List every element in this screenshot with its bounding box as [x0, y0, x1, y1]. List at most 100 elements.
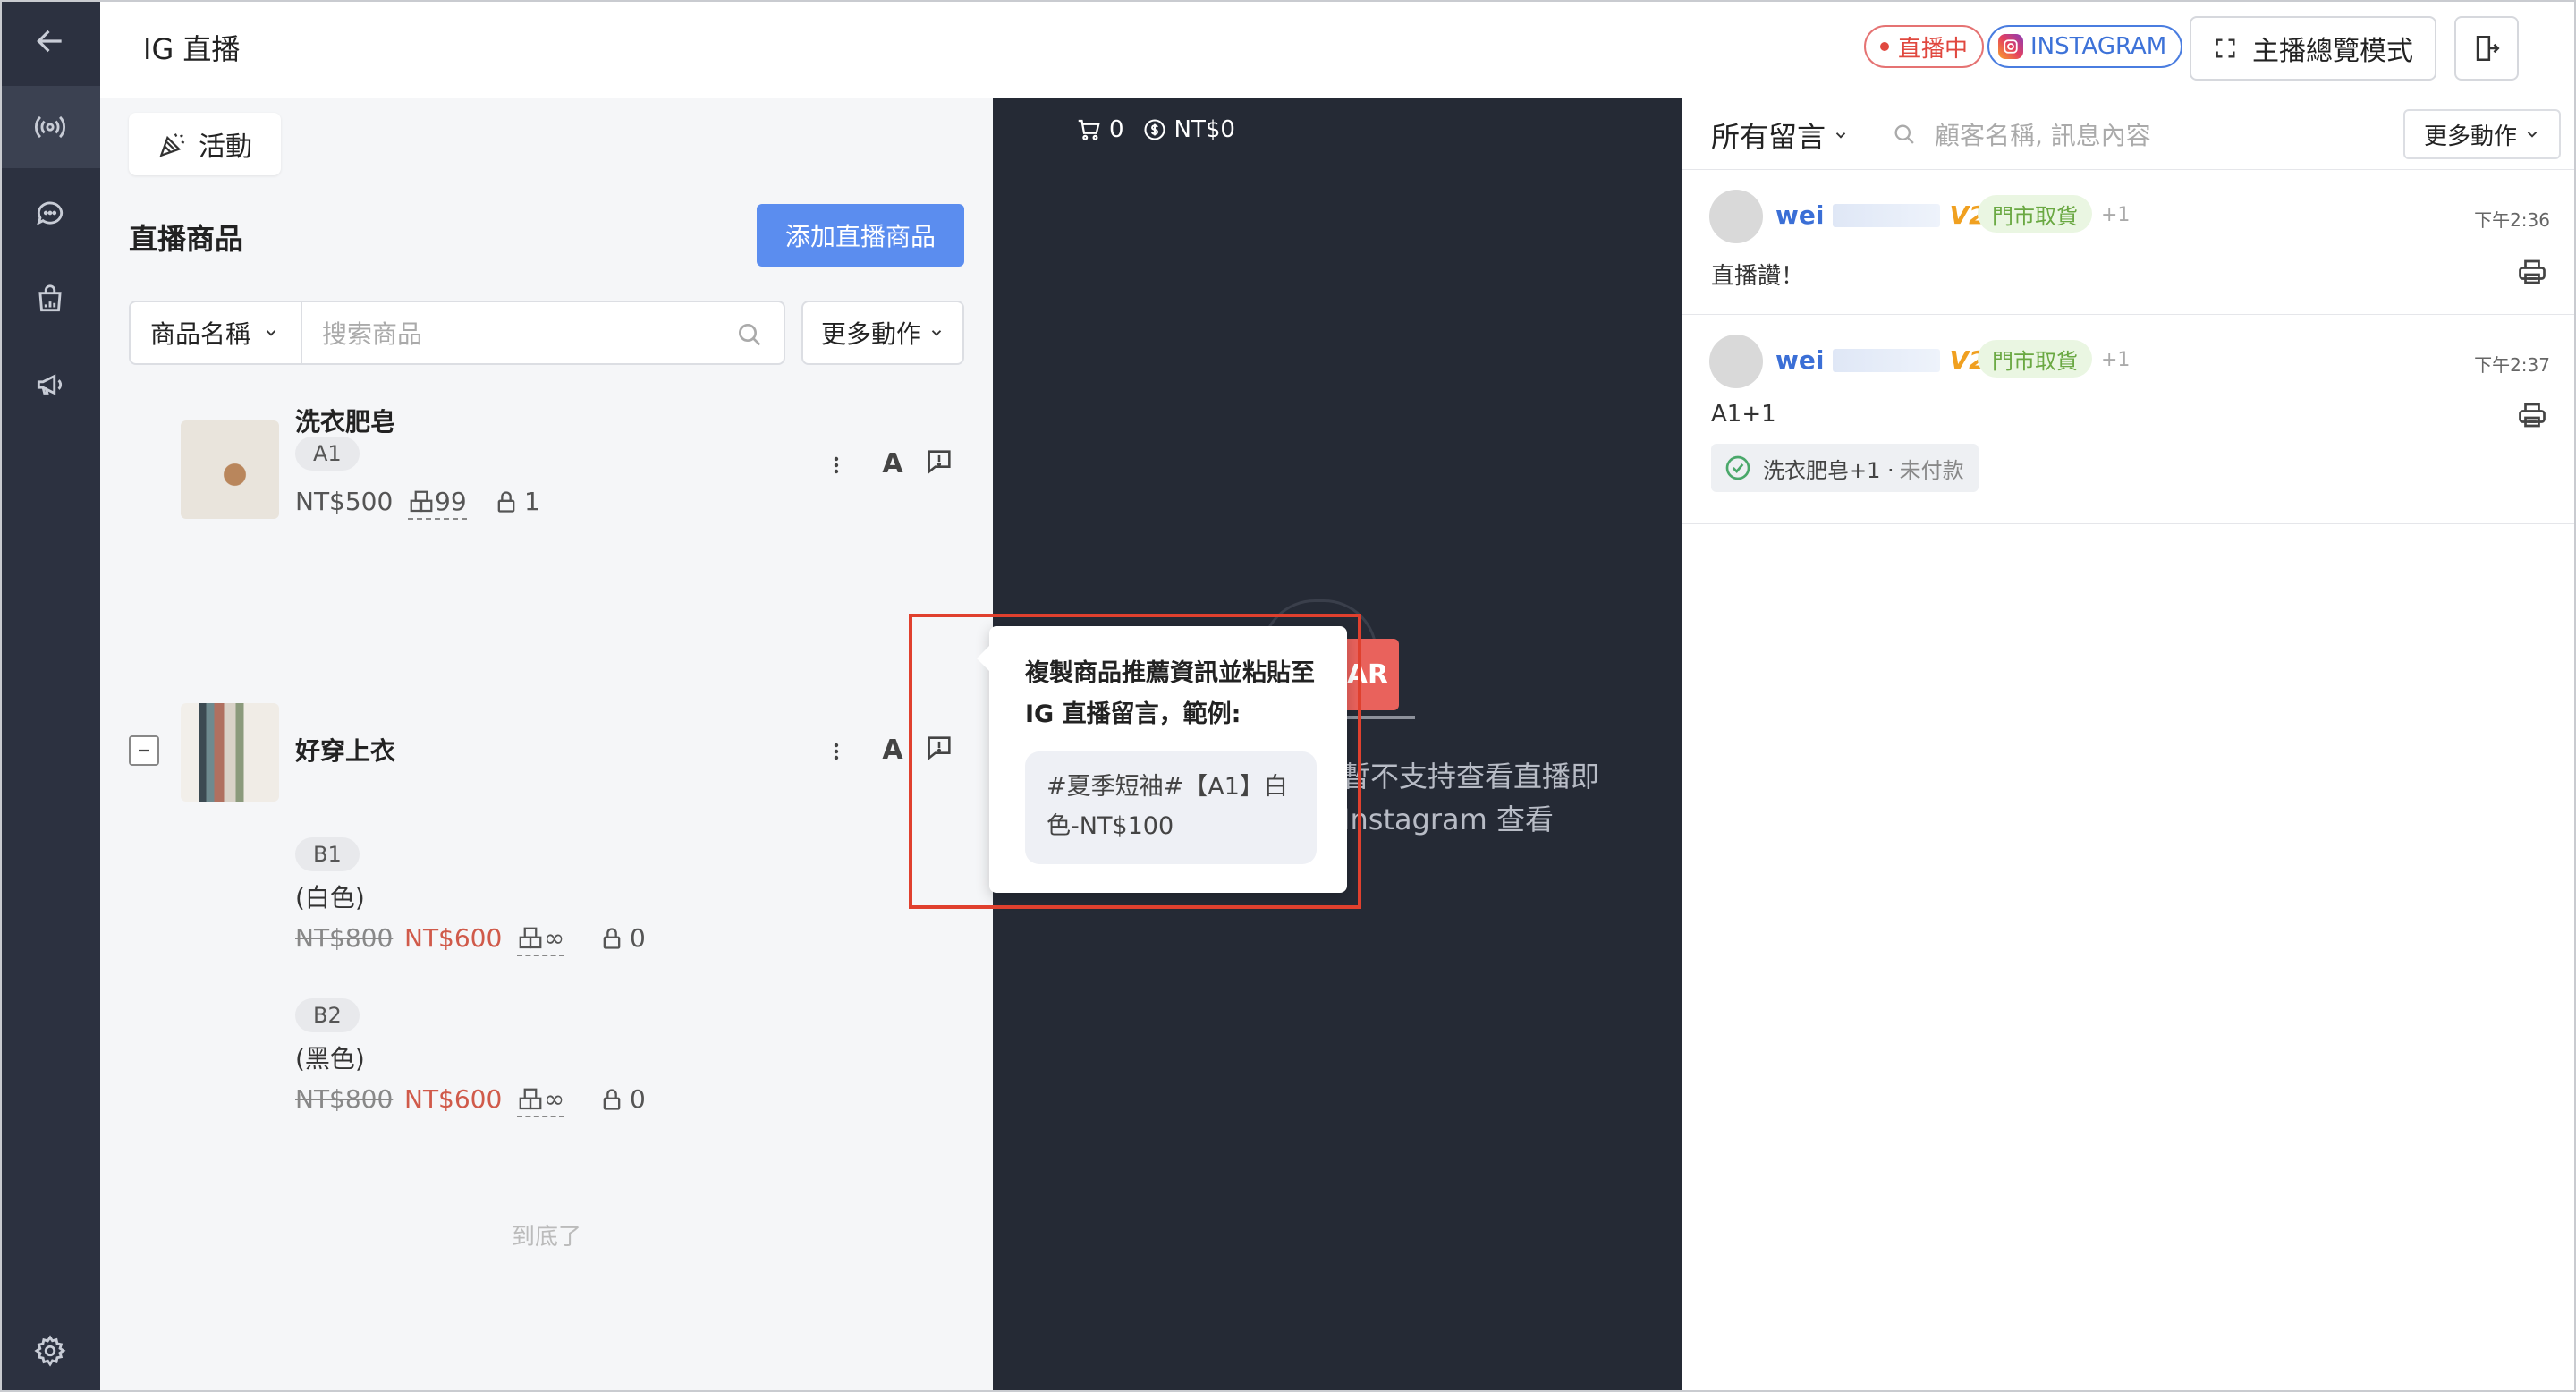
- search-icon: [739, 324, 761, 346]
- products-panel: 活動 直播商品 添加直播商品 商品名稱 搜索商品 更多動作 洗衣肥皂 A1 NT…: [100, 98, 993, 1392]
- comments-panel: 所有留言 顧客名稱, 訊息內容 更多動作 wei V2 門市取貨 +1 下午2:…: [1682, 98, 2576, 1392]
- copy-comment-button[interactable]: [921, 444, 957, 480]
- more-actions-label: 更多動作: [820, 319, 921, 349]
- rail-marketing[interactable]: [0, 344, 100, 426]
- text-format-icon: A: [882, 734, 903, 766]
- rail-messages[interactable]: [0, 172, 100, 254]
- stock-count: ∞: [544, 1084, 565, 1114]
- copy-info-tooltip: 複製商品推薦資訊並粘貼至 IG 直播留言，範例: #夏季短袖#【A1】白色-NT…: [977, 626, 1347, 893]
- check-circle-icon: [1725, 455, 1750, 480]
- variant-locked: 0: [599, 1084, 646, 1114]
- search-icon: [1894, 124, 1914, 144]
- back-arrow-icon: [37, 30, 62, 53]
- order-status-chip[interactable]: 洗衣肥皂+1 · 未付款: [1711, 444, 1979, 492]
- cart-icon: [1078, 119, 1100, 140]
- more-actions-button[interactable]: 更多動作: [801, 301, 964, 365]
- chat-icon: [37, 201, 64, 225]
- text-format-button[interactable]: A: [877, 446, 909, 481]
- product-thumbnail: [181, 703, 279, 802]
- comment-alert-icon: [928, 450, 951, 474]
- variant-row[interactable]: B1 (白色) NT$800 NT$600 ∞ 0: [100, 837, 993, 980]
- stock-boxes-icon: [410, 490, 433, 512]
- comments-more-actions-label: 更多動作: [2423, 123, 2517, 150]
- avatar: [1709, 335, 1763, 388]
- comment-text: A1+1: [1711, 401, 1776, 428]
- lock-icon: [603, 927, 621, 949]
- chevron-down-icon: [931, 330, 942, 336]
- comment-username: wei: [1775, 200, 1825, 230]
- gear-icon: [34, 1335, 66, 1367]
- variant-label: (白色): [295, 883, 365, 912]
- stock-boxes-icon: [519, 927, 542, 948]
- comments-filter-dropdown[interactable]: 所有留言: [1711, 115, 1849, 156]
- rail-live[interactable]: [0, 86, 100, 168]
- variant-stock[interactable]: ∞: [517, 923, 565, 956]
- comments-filter-label: 所有留言: [1711, 120, 1826, 154]
- comment-item[interactable]: wei V2 門市取貨 +1 下午2:36 直播讚！: [1682, 170, 2576, 315]
- rail-shop[interactable]: [0, 258, 100, 340]
- avatar: [1709, 190, 1763, 243]
- text-format-icon: A: [882, 447, 903, 480]
- platform-badge: INSTAGRAM: [1987, 25, 2183, 68]
- video-unsupported-notice: 暫不支持查看直播即 Instagram 查看: [1342, 755, 1599, 841]
- variant-code-tag: B2: [295, 998, 360, 1032]
- rail-settings[interactable]: [0, 1310, 100, 1392]
- variant-label: (黑色): [295, 1044, 365, 1074]
- expand-icon: [2216, 38, 2235, 58]
- locked-count: 0: [630, 1084, 646, 1114]
- comment-text: 直播讚！: [1711, 263, 1805, 290]
- host-overview-button[interactable]: 主播總覽模式: [2190, 16, 2436, 81]
- comment-time: 下午2:37: [2474, 354, 2550, 376]
- variant-old-price: NT$800: [295, 923, 394, 953]
- payment-status: 未付款: [1899, 457, 1964, 483]
- redacted-username: [1833, 203, 1941, 227]
- exit-door-icon: [2476, 35, 2500, 62]
- product-search-placeholder: 搜索商品: [322, 319, 423, 349]
- product-stock[interactable]: 99: [408, 487, 467, 520]
- back-button[interactable]: [0, 0, 100, 82]
- comment-item[interactable]: wei V2 門市取貨 +1 下午2:37 A1+1 洗衣肥皂+1 · 未付款: [1682, 315, 2576, 524]
- comments-more-actions-button[interactable]: 更多動作: [2403, 109, 2561, 159]
- notice-line-1: 暫不支持查看直播即: [1342, 760, 1600, 794]
- activity-button[interactable]: 活動: [129, 113, 281, 175]
- variant-locked: 0: [599, 923, 646, 953]
- shopping-bag-icon: [38, 284, 62, 312]
- cart-total: NT$0: [1174, 116, 1235, 143]
- comment-search-input[interactable]: 顧客名稱, 訊息內容: [1892, 116, 2151, 152]
- products-title: 直播商品: [129, 222, 244, 256]
- live-status-label: 直播中: [1898, 35, 1969, 63]
- product-row[interactable]: 洗衣肥皂 A1 NT$500 99 1 A: [100, 403, 993, 537]
- comment-user[interactable]: wei V2: [1775, 345, 1987, 375]
- lock-icon: [603, 1088, 621, 1110]
- product-locked: 1: [494, 487, 540, 516]
- variant-row[interactable]: B2 (黑色) NT$800 NT$600 ∞ 0: [100, 998, 993, 1142]
- print-button[interactable]: [2516, 399, 2548, 435]
- print-button[interactable]: [2516, 256, 2548, 292]
- party-popper-icon: [159, 133, 185, 157]
- product-menu-button[interactable]: [823, 447, 850, 483]
- chevron-down-icon: [2527, 132, 2538, 138]
- comment-search-placeholder: 顧客名稱, 訊息內容: [1935, 121, 2151, 150]
- product-search-input[interactable]: 搜索商品: [301, 301, 785, 365]
- add-live-product-button[interactable]: 添加直播商品: [757, 204, 964, 267]
- host-overview-label: 主播總覽模式: [2252, 36, 2413, 67]
- copy-comment-button[interactable]: [921, 730, 957, 766]
- cart-count: 0: [1109, 116, 1124, 143]
- search-field-select[interactable]: 商品名稱: [129, 301, 302, 365]
- comment-user[interactable]: wei V2: [1775, 200, 1987, 230]
- product-menu-button[interactable]: [823, 734, 850, 769]
- tooltip-example: #夏季短袖#【A1】白色-NT$100: [1025, 751, 1317, 864]
- order-item: 洗衣肥皂+1 ·: [1763, 457, 1894, 483]
- platform-label: INSTAGRAM: [2030, 33, 2167, 60]
- variant-stock[interactable]: ∞: [517, 1084, 565, 1117]
- live-status-badge: 直播中: [1864, 25, 1985, 68]
- text-format-button[interactable]: A: [877, 732, 909, 768]
- kebab-menu-icon: [834, 743, 839, 760]
- redacted-username: [1833, 348, 1941, 372]
- product-code-tag: A1: [295, 437, 360, 471]
- exit-button[interactable]: [2454, 16, 2519, 81]
- tooltip-title: 複製商品推薦資訊並粘貼至 IG 直播留言，範例:: [1025, 659, 1315, 728]
- coin-icon: [1143, 119, 1165, 140]
- product-row[interactable]: 好穿上衣 A: [100, 703, 993, 819]
- product-name: 洗衣肥皂: [295, 407, 396, 437]
